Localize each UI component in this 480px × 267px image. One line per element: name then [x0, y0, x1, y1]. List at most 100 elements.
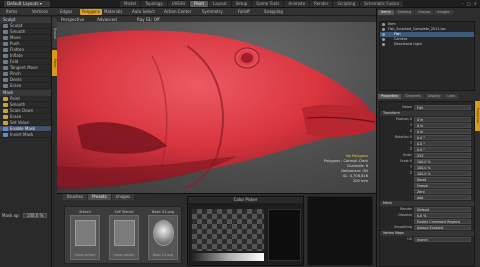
- property-field[interactable]: 100.0 %: [414, 170, 471, 176]
- property-field[interactable]: Always Enabled: [414, 224, 471, 230]
- color-field[interactable]: [192, 209, 264, 251]
- maximize-icon[interactable]: □: [467, 1, 471, 6]
- mask-opacity-field[interactable]: 100.0 %: [22, 213, 48, 218]
- properties-tab[interactable]: Properties: [378, 94, 402, 99]
- dock-tab[interactable]: Presets: [88, 194, 111, 200]
- top-bar: Default Layouts ▾ Model Topology UVEdit Pai…: [0, 0, 480, 8]
- tool-icon: [3, 103, 8, 107]
- toolbar-button-action-center[interactable]: Action Center: [162, 9, 193, 15]
- main-tab[interactable]: Layout: [209, 1, 231, 7]
- main-tab[interactable]: Schematic Fusion: [360, 1, 404, 7]
- property-field[interactable]: 0.0 °: [414, 140, 471, 146]
- dock-tab[interactable]: Brushes: [63, 194, 88, 200]
- property-field[interactable]: 0 m: [414, 122, 471, 128]
- toolbar-button-vertices[interactable]: Vertices: [30, 9, 50, 15]
- preset-title: Basic 01.png: [152, 210, 174, 214]
- property-field[interactable]: 0.0 °: [414, 146, 471, 152]
- items-tab[interactable]: Images: [434, 10, 453, 15]
- tool-label: Smooth: [10, 102, 26, 107]
- tool-icon: [3, 36, 8, 40]
- property-label: Scale X: [399, 159, 412, 163]
- property-field[interactable]: 0.0 °: [414, 134, 471, 140]
- main-tab[interactable]: Paint: [190, 1, 209, 7]
- tool-item[interactable]: Invert Mask: [0, 132, 51, 138]
- toolbar-button-polygons[interactable]: Polygons: [80, 9, 102, 15]
- properties-tab[interactable]: Channels: [402, 94, 424, 99]
- property-label: Y: [409, 141, 412, 145]
- main-tab[interactable]: Model: [120, 1, 141, 7]
- property-label: Rotation X: [394, 135, 412, 139]
- property-label: Smoothing: [394, 225, 412, 229]
- property-field[interactable]: XYZ: [414, 152, 471, 158]
- visibility-icon[interactable]: [382, 28, 385, 31]
- property-field[interactable]: 0 m: [414, 128, 471, 134]
- visibility-icon[interactable]: [382, 23, 385, 26]
- preset-caption: (none active): [113, 253, 135, 257]
- tool-panel: Sculpt Sculpt Smooth Move Push Flatten Inflate…: [0, 16, 57, 267]
- minimize-icon[interactable]: –: [462, 1, 464, 6]
- main-tab[interactable]: Setup: [231, 1, 252, 7]
- tool-icon: [3, 60, 8, 64]
- property-field[interactable]: Zero: [414, 188, 471, 194]
- tool-icon: [3, 78, 8, 82]
- property-field[interactable]: 100.0 %: [414, 164, 471, 170]
- item-name: Fish_Sculpted_Complete_2011.lxo: [388, 27, 446, 31]
- toolbar-button-auto-select[interactable]: Auto Select: [130, 9, 157, 15]
- properties-tab[interactable]: Display: [424, 94, 444, 99]
- preset-thumb[interactable]: Basic 01.png Basic 01.png: [148, 210, 178, 260]
- color-picker: Color Picker: [187, 196, 304, 266]
- toolbar-button-snapping[interactable]: Snapping: [262, 9, 285, 15]
- properties-side-tab[interactable]: Properties: [475, 101, 480, 131]
- main-tabs: Model Topology UVEdit Paint Layout Setup Game …: [120, 1, 404, 7]
- property-field[interactable]: Freeze: [414, 182, 471, 188]
- preset-thumb[interactable]: SnP Stencil (none active): [109, 210, 139, 260]
- tool-icon: [3, 84, 8, 88]
- property-field[interactable]: 100.0 %: [414, 158, 471, 164]
- 3d-viewport[interactable]: Perspective Advanced Ray GL: Off No Poly…: [57, 16, 376, 193]
- toolbar-button-symmetry[interactable]: Symmetry: [200, 9, 225, 15]
- visibility-icon[interactable]: [382, 43, 385, 46]
- tool-label: Invert Mask: [10, 132, 34, 137]
- item-row[interactable]: Directional Light: [380, 42, 474, 47]
- main-tab[interactable]: UVEdit: [167, 1, 190, 7]
- main-tab[interactable]: Topology: [141, 1, 167, 7]
- current-color-swatch[interactable]: [268, 209, 301, 261]
- tool-label: Dents: [10, 77, 22, 82]
- visibility-icon[interactable]: [382, 33, 385, 36]
- layout-dropdown[interactable]: Default Layouts ▾: [4, 1, 50, 7]
- items-tab[interactable]: Groups: [415, 10, 434, 15]
- property-field[interactable]: Add: [414, 194, 471, 200]
- preset-caption: Basic 01.png: [152, 253, 174, 257]
- dock-tab[interactable]: Images: [111, 194, 135, 200]
- items-tab[interactable]: Items: [378, 10, 394, 15]
- property-field[interactable]: 0 m: [414, 116, 471, 122]
- visibility-icon[interactable]: [382, 38, 385, 41]
- main-tab[interactable]: Render: [310, 1, 333, 7]
- property-field[interactable]: 0.0 %: [414, 212, 471, 218]
- tool-icon: [3, 48, 8, 52]
- properties-tab[interactable]: Lists: [444, 94, 459, 99]
- toolbar-button-falloff[interactable]: Falloff: [236, 9, 252, 15]
- property-label: UV: [407, 237, 412, 241]
- main-tab[interactable]: Game Tools: [252, 1, 284, 7]
- mask-opacity-row: Mask op: 100.0 %: [2, 213, 48, 218]
- property-field[interactable]: Reset: [414, 176, 471, 182]
- property-field[interactable]: Enable Command Regions: [414, 218, 471, 224]
- tool-label: Sculpt: [10, 23, 23, 28]
- items-tab[interactable]: Shading: [394, 10, 415, 15]
- main-tab[interactable]: Scripting: [333, 1, 360, 7]
- color-picker-title: Color Picker: [188, 197, 303, 203]
- toolbar-button-materials[interactable]: Materials: [102, 9, 124, 15]
- value-slider[interactable]: [192, 253, 264, 261]
- property-field[interactable]: (none): [414, 236, 471, 242]
- toolbar-button-edges[interactable]: Edges: [58, 9, 74, 15]
- tool-icon: [3, 54, 8, 58]
- tool-label: Tangent Move: [10, 65, 38, 70]
- tool-item[interactable]: Erase: [0, 83, 51, 89]
- name-field[interactable]: Fish: [414, 104, 471, 110]
- close-icon[interactable]: ×: [474, 1, 477, 6]
- main-tab[interactable]: Animate: [284, 1, 310, 7]
- toolbar-button-items[interactable]: Items: [4, 9, 19, 15]
- property-field[interactable]: Default: [414, 206, 471, 212]
- preset-thumb[interactable]: Stencil (none active): [70, 210, 100, 260]
